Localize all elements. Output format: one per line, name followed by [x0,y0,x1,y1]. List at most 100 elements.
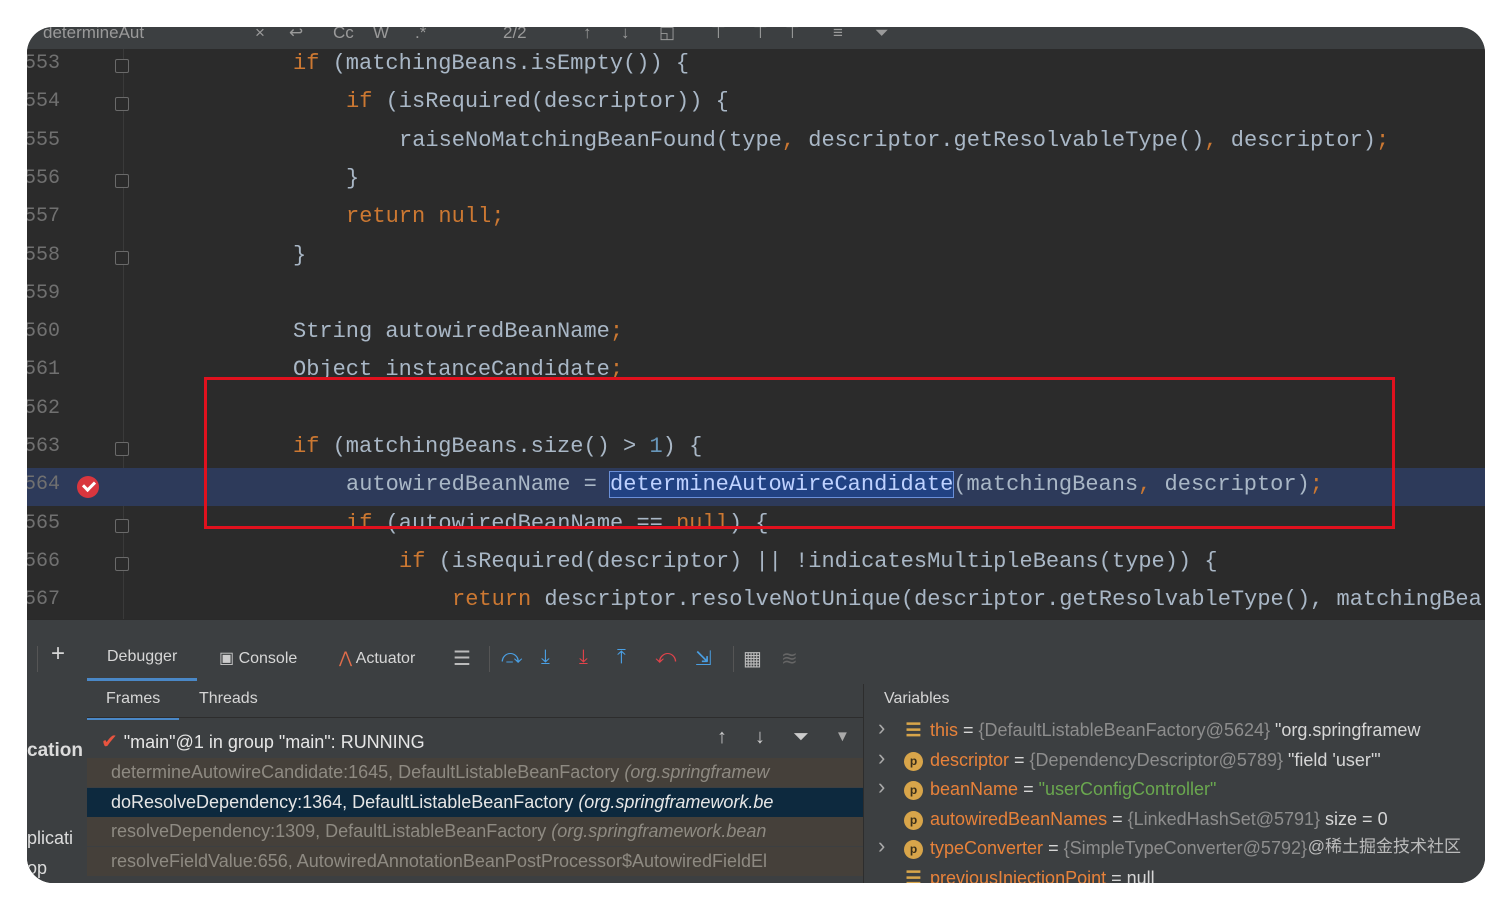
variable-text: beanName = "userConfigController" [930,779,1216,800]
line-number[interactable]: 553 [27,52,60,75]
frame-row[interactable]: doResolveDependency:1364, DefaultListabl… [87,787,863,817]
line-number[interactable]: 564 [27,473,60,496]
next-match-icon[interactable]: ↓ [621,27,630,43]
remove-occurrence-icon[interactable]: ⊤ [753,27,768,43]
chevron-right-icon[interactable]: › [878,774,885,800]
line-number[interactable]: 566 [27,550,60,573]
parameter-icon: p [904,781,923,801]
line-number[interactable]: 555 [27,129,60,152]
add-tab-button[interactable]: + [51,640,65,668]
line-number[interactable]: 560 [27,320,60,343]
variable-value: {LinkedHashSet@5791} [1127,808,1321,829]
chevron-down-icon[interactable]: ▼ [835,728,850,745]
code-text: if (isRequired(descriptor) || !indicates… [399,549,1218,574]
filter-lines-icon[interactable]: ≡ [833,27,843,43]
chevron-right-icon[interactable]: › [878,715,885,741]
code-line[interactable]: 556} [27,162,1485,200]
frame-row[interactable]: resolveDependency:1309, DefaultListableB… [87,817,863,846]
thread-label: "main"@1 in group "main": RUNNING [123,732,425,752]
next-frame-icon[interactable]: ↓ [755,726,765,749]
fold-marker-icon[interactable] [115,59,129,73]
history-icon[interactable]: ↩ [289,27,303,43]
thread-selector[interactable]: ✔ "main"@1 in group "main": RUNNING [101,729,425,754]
code-editor[interactable]: 553 if (matchingBeans.isEmpty()) {554 if (… [27,49,1485,619]
match-case-icon[interactable]: Cc [333,27,354,43]
words-icon[interactable]: W [373,27,389,43]
code-text: } [346,166,359,191]
equals-sign: = [1043,838,1064,859]
strip-label: cation [27,740,83,761]
prev-frame-icon[interactable]: ↑ [717,726,727,749]
variable-row[interactable]: ☰ previousInjectionPoint = null [878,866,1478,883]
line-number[interactable]: 554 [27,90,60,113]
code-token: } [346,165,360,191]
match-count: 2/2 [503,27,527,42]
parameter-icon: p [904,840,923,860]
code-line[interactable]: 560 String autowiredBeanName; [27,315,1485,353]
trace-icon[interactable]: ≋ [781,646,798,671]
tab-threads[interactable]: Threads [199,690,258,717]
select-all-icon[interactable]: ◱ [659,27,675,43]
code-token: descriptor.getResolvableType() [795,127,1205,153]
chevron-right-icon[interactable]: › [878,833,885,859]
code-line[interactable]: 567 return descriptor.resolveNotUnique(de… [27,583,1485,619]
line-number[interactable]: 561 [27,358,60,381]
variable-row[interactable]: › ☰ this = {DefaultListableBeanFactory@562… [878,715,1478,747]
step-over-icon[interactable]: ⤼ [501,646,522,669]
layout-icon[interactable]: ☰ [453,646,471,671]
search-input[interactable]: determineAut [43,27,144,43]
tab-actuator[interactable]: ⋀ Actuator [339,648,415,668]
code-line[interactable]: 559 [27,277,1485,315]
code-line[interactable]: 555 raiseNoMatchingBeanFound(type, descri… [27,124,1485,162]
code-line[interactable]: 557 return null; [27,200,1485,238]
equals-sign: = [958,720,979,740]
line-number[interactable]: 562 [27,397,60,420]
line-number[interactable]: 556 [27,167,60,190]
variable-text: this = {DefaultListableBeanFactory@5624}… [930,720,1420,741]
strip-label: op [27,858,48,878]
step-into-icon[interactable]: ⤓ [541,646,550,669]
tab-console[interactable]: ▣ Console [219,648,297,668]
code-token: } [293,242,307,268]
fold-marker-icon[interactable] [115,250,129,265]
code-line[interactable]: 554 if (isRequired(descriptor)) { [27,85,1485,123]
step-out-icon[interactable]: ⤒ [617,646,626,669]
fold-marker-icon[interactable] [115,173,129,188]
tab-frames[interactable]: Frames [87,690,180,720]
force-step-into-icon[interactable]: ⤓ [579,646,588,669]
code-line[interactable]: 558} [27,239,1485,277]
tab-debugger[interactable]: Debugger [87,648,198,681]
clear-search-icon[interactable]: × [255,27,265,43]
filter-icon[interactable]: ⏷ [875,27,889,43]
run-to-cursor-icon[interactable]: ⇲ [695,646,712,671]
parameter-icon: p [904,751,923,771]
variable-row[interactable]: › p descriptor = {DependencyDescriptor@578… [878,745,1478,777]
select-all-occurrences-icon[interactable]: ⊤ [785,27,800,43]
chevron-right-icon[interactable]: › [878,745,885,771]
prev-match-icon[interactable]: ↑ [583,27,592,43]
line-number[interactable]: 563 [27,435,60,458]
frame-package: (org.springframew [624,762,770,782]
fold-marker-icon[interactable] [115,556,129,571]
line-number[interactable]: 557 [27,205,60,228]
add-occurrence-icon[interactable]: ⊤ [711,27,726,43]
frame-row[interactable]: resolveFieldValue:656, AutowiredAnnotati… [87,846,863,876]
evaluate-expression-icon[interactable]: ▦ [743,646,762,671]
fold-marker-icon[interactable] [115,442,129,456]
line-number[interactable]: 559 [27,282,60,305]
regex-icon[interactable]: .* [415,27,426,43]
code-token: String autowiredBeanName [293,319,610,345]
fold-marker-icon[interactable] [115,97,129,112]
code-line[interactable]: 566 if (isRequired(descriptor) || !indica… [27,545,1485,583]
line-number[interactable]: 565 [27,512,60,535]
variable-name: previousInjectionPoint [930,868,1107,883]
line-number[interactable]: 567 [27,588,60,611]
fold-marker-icon[interactable] [115,518,129,533]
frame-row[interactable]: determineAutowireCandidate:1645, Default… [87,758,863,787]
filter-frames-icon[interactable]: ⏷ [793,726,809,749]
code-line[interactable]: 553 if (matchingBeans.isEmpty()) { [27,49,1485,85]
variable-row[interactable]: › p beanName = "userConfigController" [878,774,1478,806]
breakpoint-icon[interactable] [77,476,99,499]
drop-frame-icon[interactable]: ⤺ [655,646,676,669]
line-number[interactable]: 558 [27,244,60,267]
